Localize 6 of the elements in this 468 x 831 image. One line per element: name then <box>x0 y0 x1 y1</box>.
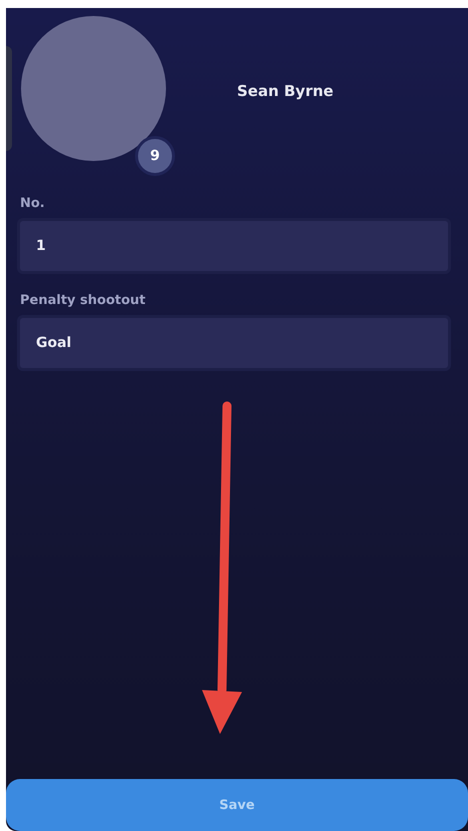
input-field[interactable]: 1 <box>20 221 448 271</box>
field-label: No. <box>20 196 46 211</box>
field-label: Penalty shootout <box>20 293 147 308</box>
player-name: Sean Byrne <box>237 82 334 100</box>
number-badge: 9 <box>135 136 175 176</box>
input-field[interactable]: Goal <box>20 318 448 368</box>
